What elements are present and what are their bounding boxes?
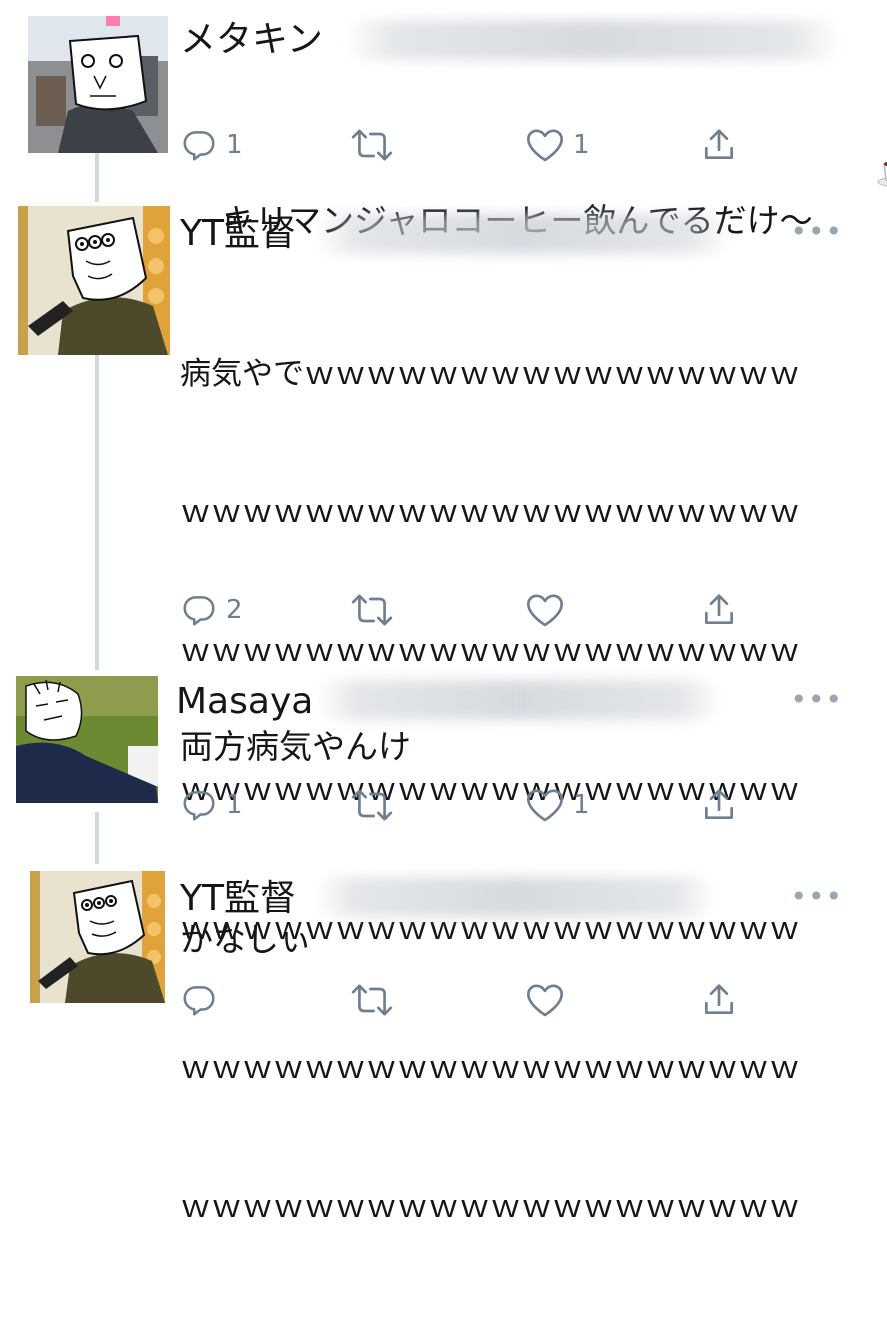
more-options-icon[interactable]: ••• [790, 686, 843, 714]
share-button[interactable] [700, 590, 738, 630]
heart-icon [527, 789, 563, 822]
retweet-icon [351, 594, 393, 626]
like-count: 1 [573, 130, 590, 160]
reply-button[interactable]: 1 [180, 125, 243, 165]
share-button[interactable] [700, 980, 738, 1020]
share-button[interactable] [700, 785, 738, 825]
share-icon [704, 789, 734, 820]
display-name[interactable]: YT監督 [180, 877, 296, 921]
tweet-actions: 1 1 [180, 785, 760, 825]
avatar[interactable] [16, 676, 158, 803]
blurred-handle [316, 680, 721, 720]
retweet-button[interactable] [350, 785, 394, 825]
reply-button[interactable]: 1 [180, 785, 243, 825]
more-options-icon[interactable]: ••• [790, 218, 843, 246]
display-name[interactable]: Masaya [176, 680, 313, 724]
like-count: 1 [573, 790, 590, 820]
reply-icon [183, 131, 215, 161]
reply-icon [183, 986, 215, 1016]
retweet-button[interactable] [350, 980, 394, 1020]
like-button[interactable]: 1 [525, 125, 590, 165]
tweet[interactable]: YT監督 ••• 病気やでｗｗｗｗｗｗｗｗｗｗｗｗｗｗｗｗ ｗｗｗｗｗｗｗｗｗｗ… [0, 190, 887, 1225]
share-icon [704, 594, 734, 625]
blurred-handle [315, 877, 715, 917]
avatar[interactable] [28, 16, 168, 153]
tweet-actions: 2 [180, 590, 760, 630]
retweet-button[interactable] [350, 590, 394, 630]
display-name[interactable]: メタキン [180, 18, 323, 62]
retweet-button[interactable] [350, 125, 394, 165]
reply-button[interactable]: 2 [180, 590, 243, 630]
tweet[interactable]: Masaya ••• 両方病気やんけ 1 1 [0, 660, 887, 850]
tweet[interactable]: メタキン キリマンジャロコーヒー飲んでるだけ〜 1 1 [0, 0, 887, 240]
like-button[interactable]: 1 [525, 785, 590, 825]
avatar[interactable] [18, 206, 170, 355]
share-icon [704, 129, 734, 160]
reply-icon [183, 596, 215, 626]
reply-count: 2 [226, 595, 243, 625]
retweet-icon [351, 984, 393, 1016]
blurred-handle [345, 20, 840, 60]
share-button[interactable] [700, 125, 738, 165]
display-name[interactable]: YT監督 [180, 212, 296, 256]
tweet-actions [180, 980, 760, 1020]
tweet-text: かなしぃ [180, 920, 312, 959]
reply-button[interactable] [180, 980, 226, 1020]
more-options-icon[interactable]: ••• [790, 883, 843, 911]
heart-icon [527, 594, 563, 627]
heart-icon [527, 129, 563, 162]
blurred-handle [315, 214, 730, 254]
retweet-icon [351, 129, 393, 161]
share-icon [704, 984, 734, 1015]
like-button[interactable] [525, 590, 573, 630]
like-button[interactable] [525, 980, 573, 1020]
retweet-icon [351, 789, 393, 821]
tweet[interactable]: YT監督 ••• かなしぃ [0, 855, 887, 1024]
reply-count: 1 [226, 130, 243, 160]
avatar[interactable] [30, 871, 165, 1003]
tweet-actions: 1 1 [180, 125, 760, 165]
tweet-text: 両方病気やんけ [180, 727, 411, 766]
heart-icon [527, 984, 563, 1017]
reply-count: 1 [226, 790, 243, 820]
reply-icon [183, 791, 215, 821]
